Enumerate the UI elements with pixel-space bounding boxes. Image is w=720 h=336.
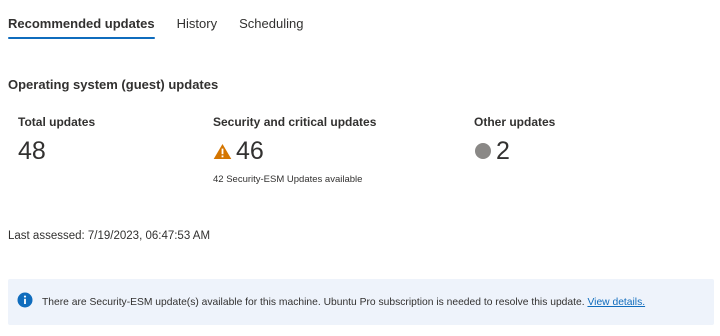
total-updates-value: 48: [18, 137, 46, 165]
security-updates-card: Security and critical updates 46 42 Secu…: [213, 115, 376, 185]
tab-scheduling[interactable]: Scheduling: [239, 16, 303, 39]
info-banner: There are Security-ESM update(s) availab…: [8, 279, 714, 325]
last-assessed-text: Last assessed: 7/19/2023, 06:47:53 AM: [8, 230, 211, 242]
other-updates-card: Other updates 2: [474, 115, 555, 165]
security-esm-subtext: 42 Security-ESM Updates available: [213, 174, 363, 185]
section-title: Operating system (guest) updates: [8, 77, 219, 92]
security-updates-value: 46: [236, 137, 264, 165]
total-updates-value-row: 48: [18, 137, 95, 165]
gray-dot-icon: [474, 142, 492, 160]
other-updates-value: 2: [496, 137, 510, 165]
tab-history[interactable]: History: [177, 16, 217, 39]
info-icon: [17, 292, 33, 313]
view-details-link[interactable]: View details.: [587, 297, 645, 308]
security-updates-title: Security and critical updates: [213, 115, 377, 129]
other-updates-value-row: 2: [474, 137, 555, 165]
other-updates-title: Other updates: [474, 115, 556, 129]
banner-message: There are Security-ESM update(s) availab…: [42, 297, 645, 308]
total-updates-title: Total updates: [18, 115, 96, 129]
warning-triangle-icon: [213, 143, 232, 160]
security-updates-value-row: 46: [213, 137, 376, 165]
total-updates-card: Total updates 48: [18, 115, 95, 165]
banner-message-text: There are Security-ESM update(s) availab…: [42, 296, 585, 308]
tab-list: Recommended updates History Scheduling: [8, 16, 325, 39]
tab-recommended-updates[interactable]: Recommended updates: [8, 16, 155, 39]
